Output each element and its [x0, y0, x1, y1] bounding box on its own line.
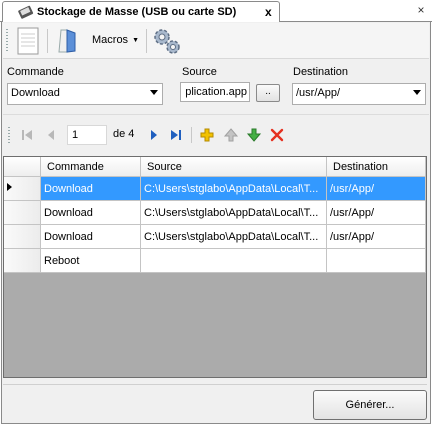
chevron-down-icon	[150, 90, 158, 95]
cell-commande[interactable]: Download	[41, 225, 141, 249]
destination-select[interactable]: /usr/App/	[292, 83, 426, 105]
cell-text: /usr/App/	[330, 183, 375, 195]
row-header[interactable]	[4, 249, 41, 273]
toolbar-separator	[146, 29, 147, 53]
cell-source[interactable]: C:\Users\stglabo\AppData\Local\T...	[141, 225, 327, 249]
cell-text: Download	[44, 207, 93, 219]
tab-title: Stockage de Masse (USB ou carte SD)	[37, 6, 237, 18]
cell-destination[interactable]: /usr/App/	[327, 201, 426, 225]
delete-icon[interactable]	[269, 127, 285, 143]
column-header-source[interactable]: Source	[141, 157, 327, 177]
cell-source[interactable]: C:\Users\stglabo\AppData\Local\T...	[141, 177, 327, 201]
column-header-label: Commande	[47, 161, 104, 173]
settings-gears-icon[interactable]	[151, 26, 183, 59]
chevron-down-icon	[413, 90, 421, 95]
move-down-icon[interactable]	[246, 127, 262, 143]
main-toolbar: Macros ▼	[3, 23, 429, 59]
cell-text: C:\Users\stglabo\AppData\Local\T...	[144, 231, 319, 243]
close-icon[interactable]: ×	[414, 3, 428, 17]
table-row[interactable]: Download C:\Users\stglabo\AppData\Local\…	[4, 225, 426, 249]
document-icon[interactable]	[17, 27, 39, 58]
row-header[interactable]	[4, 177, 41, 201]
commande-value: Download	[11, 87, 60, 99]
toolbar-grip[interactable]	[8, 127, 10, 143]
add-icon[interactable]	[199, 127, 215, 143]
macros-button[interactable]: Macros ▼	[92, 34, 139, 46]
cell-source[interactable]	[141, 249, 327, 273]
header-corner	[4, 157, 41, 177]
cell-destination[interactable]	[327, 249, 426, 273]
commands-grid[interactable]: Commande Source Destination Download C:\…	[3, 156, 427, 378]
page-count-label: de 4	[113, 128, 135, 140]
column-header-commande[interactable]: Commande	[41, 157, 141, 177]
row-header[interactable]	[4, 225, 41, 249]
chevron-down-icon: ▼	[132, 37, 139, 44]
cell-text: Reboot	[44, 255, 80, 267]
generate-button[interactable]: Générer...	[313, 390, 427, 420]
commande-select[interactable]: Download	[7, 83, 163, 105]
cell-commande[interactable]: Download	[41, 201, 141, 225]
document-tab[interactable]: Stockage de Masse (USB ou carte SD) x	[2, 1, 280, 23]
table-row[interactable]: Reboot	[4, 249, 426, 273]
source-input[interactable]: plication.app	[180, 82, 250, 102]
table-row[interactable]: Download C:\Users\stglabo\AppData\Local\…	[4, 177, 426, 201]
browse-button[interactable]: ..	[256, 84, 280, 102]
divider	[3, 384, 427, 385]
move-up-icon[interactable]	[223, 127, 239, 143]
cell-commande[interactable]: Reboot	[41, 249, 141, 273]
cell-text: /usr/App/	[330, 207, 375, 219]
cell-destination[interactable]: /usr/App/	[327, 177, 426, 201]
source-value: plication.app	[185, 86, 247, 98]
toolbar-separator	[47, 29, 48, 53]
previous-page-icon[interactable]	[43, 127, 59, 143]
divider	[3, 114, 429, 115]
first-page-icon[interactable]	[19, 127, 35, 143]
toolbar-grip[interactable]	[6, 29, 8, 53]
next-page-icon[interactable]	[146, 127, 162, 143]
source-label: Source	[182, 66, 217, 78]
cell-source[interactable]: C:\Users\stglabo\AppData\Local\T...	[141, 201, 327, 225]
cell-destination[interactable]: /usr/App/	[327, 225, 426, 249]
table-row[interactable]: Download C:\Users\stglabo\AppData\Local\…	[4, 201, 426, 225]
column-header-destination[interactable]: Destination	[327, 157, 426, 177]
usb-drive-icon[interactable]	[53, 27, 83, 58]
cell-commande[interactable]: Download	[41, 177, 141, 201]
cell-text: C:\Users\stglabo\AppData\Local\T...	[144, 183, 319, 195]
tab-close-icon[interactable]: x	[265, 5, 272, 19]
destination-label: Destination	[293, 66, 349, 78]
macros-label: Macros	[92, 34, 129, 46]
current-row-icon	[7, 183, 12, 191]
cell-text: Download	[44, 183, 93, 195]
commande-label: Commande	[7, 66, 64, 78]
page-number-input[interactable]: 1	[67, 125, 107, 145]
row-header[interactable]	[4, 201, 41, 225]
cell-text: Download	[44, 231, 93, 243]
storage-tab-icon	[17, 4, 35, 23]
last-page-icon[interactable]	[168, 127, 184, 143]
column-header-label: Destination	[333, 161, 389, 173]
destination-value: /usr/App/	[296, 87, 341, 99]
page-number-value: 1	[72, 129, 79, 141]
cell-text: C:\Users\stglabo\AppData\Local\T...	[144, 207, 319, 219]
toolbar-separator	[191, 127, 192, 143]
cell-text: /usr/App/	[330, 231, 375, 243]
column-header-label: Source	[147, 161, 182, 173]
